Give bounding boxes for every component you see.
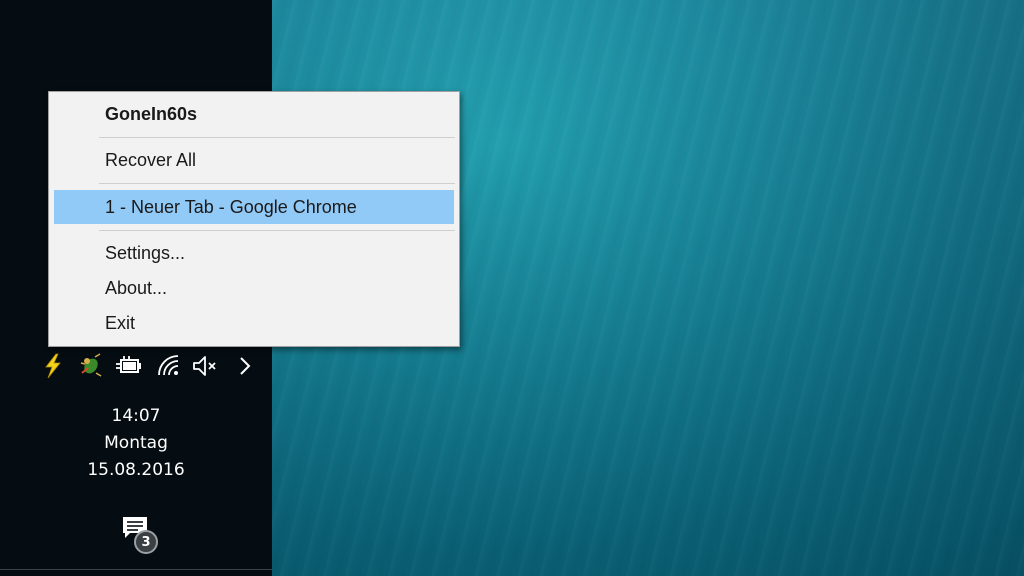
- notification-count-badge: 3: [134, 530, 158, 554]
- clock-day: Montag: [104, 433, 168, 453]
- menu-item-settings[interactable]: Settings...: [54, 237, 454, 269]
- speaker-muted-icon[interactable]: [190, 350, 220, 382]
- menu-item-exit[interactable]: Exit: [54, 307, 454, 339]
- taskbar-divider: [0, 569, 272, 570]
- chevron-right-icon[interactable]: [230, 350, 260, 382]
- tray-context-menu: GoneIn60s Recover All 1 - Neuer Tab - Go…: [48, 91, 460, 347]
- wifi-icon[interactable]: [154, 350, 184, 382]
- clock-date: 15.08.2016: [87, 460, 185, 480]
- clock-time: 14:07: [111, 406, 161, 426]
- screen: 14:07 Montag 15.08.2016 3 GoneIn60s Reco…: [0, 0, 1024, 576]
- menu-title[interactable]: GoneIn60s: [54, 98, 454, 130]
- system-tray: [36, 350, 266, 382]
- menu-item-about[interactable]: About...: [54, 272, 454, 304]
- lightning-icon[interactable]: [38, 350, 68, 382]
- menu-separator: [99, 230, 455, 231]
- menu-separator: [99, 137, 455, 138]
- action-center-button[interactable]: 3: [118, 512, 162, 556]
- taskbar-clock[interactable]: 14:07 Montag 15.08.2016: [60, 403, 212, 484]
- menu-item-recover-all[interactable]: Recover All: [54, 144, 454, 176]
- menu-item-window-entry[interactable]: 1 - Neuer Tab - Google Chrome: [54, 190, 454, 224]
- battery-plug-icon[interactable]: [114, 350, 144, 382]
- bug-tool-icon[interactable]: [76, 350, 106, 382]
- menu-separator: [99, 183, 455, 184]
